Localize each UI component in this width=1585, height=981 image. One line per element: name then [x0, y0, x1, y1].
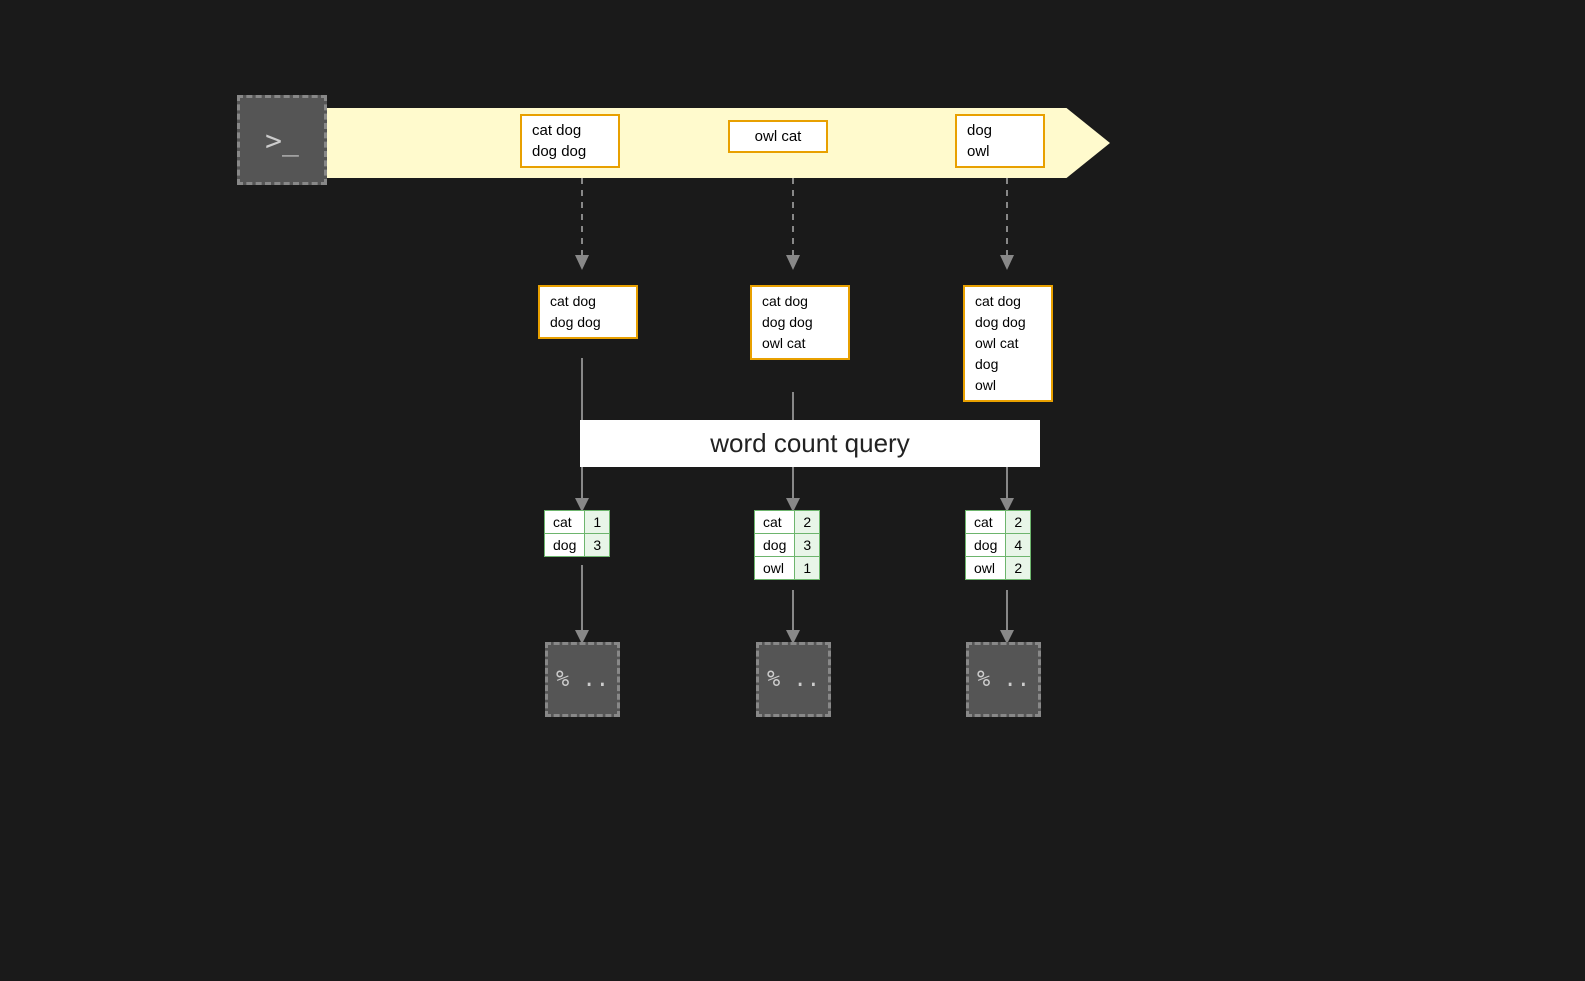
batch1-line2: dog dog: [532, 143, 586, 160]
batch3-line1: dog: [967, 122, 992, 139]
sink2-glyph: % ..: [767, 667, 820, 692]
sink-terminal-2: % ..: [756, 642, 831, 717]
state2-line1: cat dog: [762, 291, 838, 312]
state3-line1: cat dog: [975, 291, 1041, 312]
ct3-row3-num: 2: [1006, 557, 1031, 580]
state-box-1: cat dog dog dog: [538, 285, 638, 339]
ct2-row1-word: cat: [755, 511, 795, 534]
ct2-row2-num: 3: [795, 534, 820, 557]
state3-line4: dog: [975, 354, 1041, 375]
sink3-glyph: % ..: [977, 667, 1030, 692]
ct3-row2-num: 4: [1006, 534, 1031, 557]
state1-line2: dog dog: [550, 312, 626, 333]
ct2-row3-word: owl: [755, 557, 795, 580]
batch-box-3: dog owl: [955, 114, 1045, 168]
ct2-row2-word: dog: [755, 534, 795, 557]
ct3-row2-word: dog: [966, 534, 1006, 557]
ct1-row2-num: 3: [585, 534, 610, 557]
batch-box-2: owl cat: [728, 120, 828, 153]
batch1-line1: cat dog: [532, 122, 581, 139]
sink-terminal-1: % ..: [545, 642, 620, 717]
state-box-2: cat dog dog dog owl cat: [750, 285, 850, 360]
ct3-row1-word: cat: [966, 511, 1006, 534]
state3-line3: owl cat: [975, 333, 1041, 354]
state2-line3: owl cat: [762, 333, 838, 354]
source-icon-glyph: >_: [265, 124, 299, 157]
batch-box-1: cat dog dog dog: [520, 114, 620, 168]
state3-line5: owl: [975, 375, 1041, 396]
source-terminal: >_: [237, 95, 327, 185]
ct3-row1-num: 2: [1006, 511, 1031, 534]
query-label: word count query: [580, 420, 1040, 467]
count-table-3: cat 2 dog 4 owl 2: [965, 510, 1031, 580]
state1-line1: cat dog: [550, 291, 626, 312]
batch2-line1: owl cat: [755, 128, 802, 145]
ct1-row1-word: cat: [545, 511, 585, 534]
batch3-line2: owl: [967, 143, 990, 160]
state-box-3: cat dog dog dog owl cat dog owl: [963, 285, 1053, 402]
count-table-1: cat 1 dog 3: [544, 510, 610, 557]
count-table-2: cat 2 dog 3 owl 1: [754, 510, 820, 580]
sink1-glyph: % ..: [556, 667, 609, 692]
ct3-row3-word: owl: [966, 557, 1006, 580]
ct2-row1-num: 2: [795, 511, 820, 534]
ct1-row1-num: 1: [585, 511, 610, 534]
ct2-row3-num: 1: [795, 557, 820, 580]
state3-line2: dog dog: [975, 312, 1041, 333]
sink-terminal-3: % ..: [966, 642, 1041, 717]
ct1-row2-word: dog: [545, 534, 585, 557]
state2-line2: dog dog: [762, 312, 838, 333]
